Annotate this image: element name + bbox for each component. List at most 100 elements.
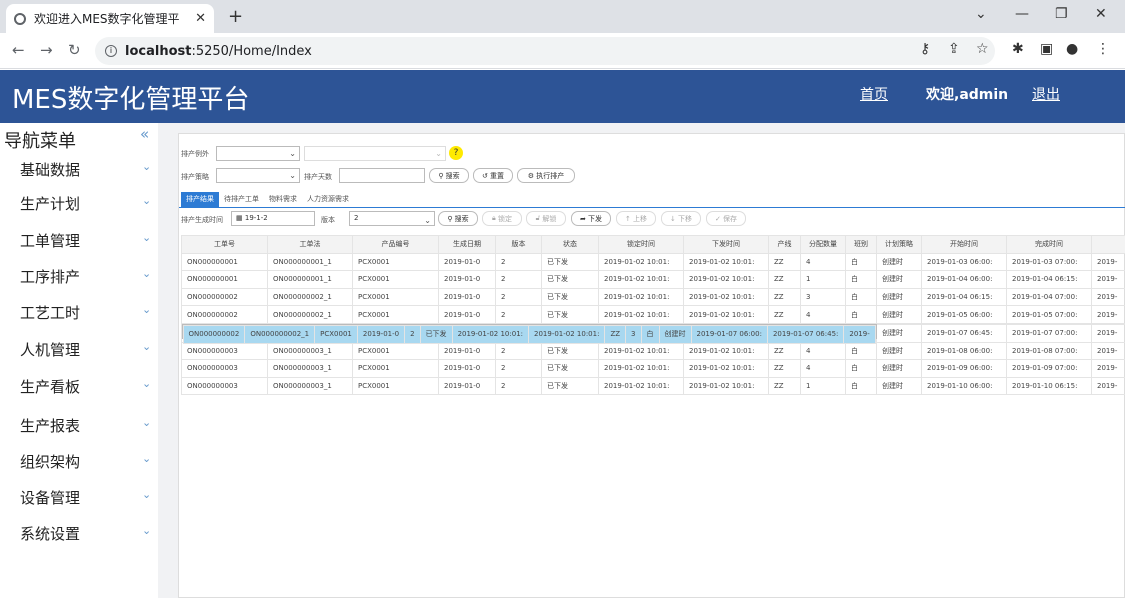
table-row[interactable]: ON000000002 ON000000002_1 PCX0001 2019-01-0…: [181, 323, 877, 344]
column-header[interactable]: 下发时间: [683, 235, 769, 254]
close-tab-icon[interactable]: ✕: [195, 11, 206, 26]
column-header[interactable]: 分配数量: [800, 235, 846, 254]
unlock-button[interactable]: 🔓︎ 解锁: [526, 211, 566, 226]
search-button-2[interactable]: ⚲ 搜索: [438, 211, 478, 226]
column-header[interactable]: 版本: [495, 235, 542, 254]
profile-icon[interactable]: ●: [1066, 41, 1078, 57]
version-select[interactable]: 2 ⌄: [349, 211, 435, 226]
column-header[interactable]: 计划策略: [876, 235, 922, 254]
move-up-button[interactable]: ↑ 上移: [616, 211, 656, 226]
chevron-down-icon[interactable]: ⌄: [142, 267, 151, 280]
column-header[interactable]: 完成时间: [1006, 235, 1092, 254]
welcome-text: 欢迎,admin: [926, 87, 1009, 103]
lock-button[interactable]: 🔒︎ 锁定: [482, 211, 522, 226]
result-tabs: 排产结果 待排产工单 物料需求 人力资源需求: [181, 192, 354, 207]
chevron-down-icon: ⌄: [289, 149, 296, 158]
table-cell: 4: [800, 305, 846, 324]
chevron-down-icon[interactable]: ⌄: [142, 194, 151, 207]
result-tab[interactable]: 人力资源需求: [302, 192, 354, 207]
table-cell: 白: [845, 305, 877, 324]
extensions-icon[interactable]: ✱: [1012, 41, 1024, 57]
move-down-button[interactable]: ↓ 下移: [661, 211, 701, 226]
sidebar-item[interactable]: 人机管理: [20, 339, 80, 360]
exception-select-2[interactable]: ⌄: [304, 146, 446, 161]
execute-button[interactable]: ⚙ 执行排产: [517, 168, 575, 183]
chevron-down-icon[interactable]: ⌄: [142, 160, 151, 173]
sidebar-item[interactable]: 组织架构: [20, 451, 80, 472]
sidebar-item[interactable]: 工艺工时: [20, 302, 80, 323]
logout-link[interactable]: 退出: [1032, 84, 1060, 104]
days-input[interactable]: [339, 168, 425, 183]
share-icon[interactable]: ⇪: [948, 41, 960, 57]
back-icon[interactable]: ←: [12, 41, 25, 59]
sidebar-item[interactable]: 生产报表: [20, 415, 80, 436]
column-header[interactable]: [1091, 235, 1125, 254]
column-header[interactable]: 产品编号: [352, 235, 439, 254]
info-icon[interactable]: i: [105, 45, 117, 57]
table-cell: 2019-: [1091, 341, 1125, 361]
table-cell: 2019-01-04 07:00:: [1006, 287, 1092, 307]
exception-select[interactable]: ⌄: [216, 146, 300, 161]
chevron-down-icon[interactable]: ⌄: [142, 340, 151, 353]
chevron-down-icon[interactable]: ⌄: [142, 303, 151, 316]
reset-button[interactable]: ↺ 重置: [473, 168, 513, 183]
column-header[interactable]: 生成日期: [438, 235, 496, 254]
column-header[interactable]: 状态: [541, 235, 599, 254]
chevron-down-icon[interactable]: ⌄: [142, 377, 151, 390]
table-row[interactable]: ON000000001 ON000000001_1 PCX0001 2019-01-0…: [181, 252, 1125, 272]
sidebar-item[interactable]: 生产计划: [20, 193, 80, 214]
table-row[interactable]: ON000000002 ON000000002_1 PCX0001 2019-01-0…: [181, 305, 1125, 324]
key-icon[interactable]: ⚷: [920, 41, 930, 57]
issue-button[interactable]: ➦ 下发: [571, 211, 611, 226]
sidebar-item[interactable]: 系统设置: [20, 523, 80, 544]
home-link[interactable]: 首页: [860, 84, 888, 104]
result-tab[interactable]: 排产结果: [181, 192, 219, 207]
sidebar-item[interactable]: 基础数据: [20, 159, 80, 180]
table-row[interactable]: ON000000003ON000000003_1PCX00012019-01-0…: [181, 341, 1125, 361]
restore-icon[interactable]: ❐: [1055, 6, 1068, 22]
help-icon[interactable]: ?: [449, 146, 463, 160]
chevron-down-icon: ⌄: [289, 171, 296, 180]
sidebar-item[interactable]: 设备管理: [20, 487, 80, 508]
time-input[interactable]: ▦ 19-1-2: [231, 211, 315, 226]
column-header[interactable]: 产线: [768, 235, 801, 254]
table-row[interactable]: ON000000003ON000000003_1PCX00012019-01-0…: [181, 376, 1125, 396]
search-button[interactable]: ⚲ 搜索: [429, 168, 469, 183]
table-row[interactable]: ON000000003ON000000003_1PCX00012019-01-0…: [181, 359, 1125, 378]
table-row[interactable]: ON000000001 ON000000001_1 PCX0001 2019-01-0…: [181, 270, 1125, 289]
new-tab-icon[interactable]: +: [228, 6, 243, 27]
menu-icon[interactable]: ⋮: [1096, 41, 1110, 57]
star-icon[interactable]: ☆: [976, 41, 989, 57]
sidebar-item[interactable]: 工序排产: [20, 266, 80, 287]
result-tab[interactable]: 物料需求: [264, 192, 302, 207]
table-row[interactable]: ON000000002 ON000000002_1 PCX0001 2019-01-0…: [181, 287, 1125, 307]
chevron-down-icon[interactable]: ⌄: [142, 524, 151, 537]
chevron-down-icon[interactable]: ⌄: [142, 416, 151, 429]
browser-tab[interactable]: 欢迎进入MES数字化管理平 ✕: [6, 4, 214, 33]
column-header[interactable]: 班别: [845, 235, 877, 254]
strategy-select[interactable]: ⌄: [216, 168, 300, 183]
save-button[interactable]: ✓ 保存: [706, 211, 746, 226]
column-header[interactable]: 工单号: [181, 235, 268, 254]
sidebar-item[interactable]: 工单管理: [20, 230, 80, 251]
tab-search-icon[interactable]: ⌄: [975, 6, 987, 22]
column-header[interactable]: 工单法: [267, 235, 353, 254]
close-window-icon[interactable]: ✕: [1095, 6, 1107, 22]
forward-icon[interactable]: →: [40, 41, 53, 59]
column-header[interactable]: 开始时间: [921, 235, 1007, 254]
chevron-down-icon[interactable]: ⌄: [142, 231, 151, 244]
table-cell: 2019-01-02 10:01:: [598, 341, 684, 361]
result-tab[interactable]: 待排产工单: [219, 192, 264, 207]
reload-icon[interactable]: ↻: [68, 41, 81, 59]
column-header[interactable]: 锁定时间: [598, 235, 684, 254]
collapse-icon[interactable]: «: [140, 125, 149, 143]
chevron-down-icon[interactable]: ⌄: [142, 452, 151, 465]
sidebar-item[interactable]: 生产看板: [20, 376, 80, 397]
chevron-down-icon[interactable]: ⌄: [142, 488, 151, 501]
minimize-icon[interactable]: —: [1015, 6, 1029, 22]
url-field[interactable]: i localhost:5250/Home/Index: [95, 37, 995, 65]
table-cell: 创建时: [876, 287, 922, 307]
side-panel-icon[interactable]: ▣: [1040, 41, 1053, 57]
table-cell: 已下发: [541, 376, 599, 396]
table-cell: 2019-01-0: [356, 324, 406, 344]
